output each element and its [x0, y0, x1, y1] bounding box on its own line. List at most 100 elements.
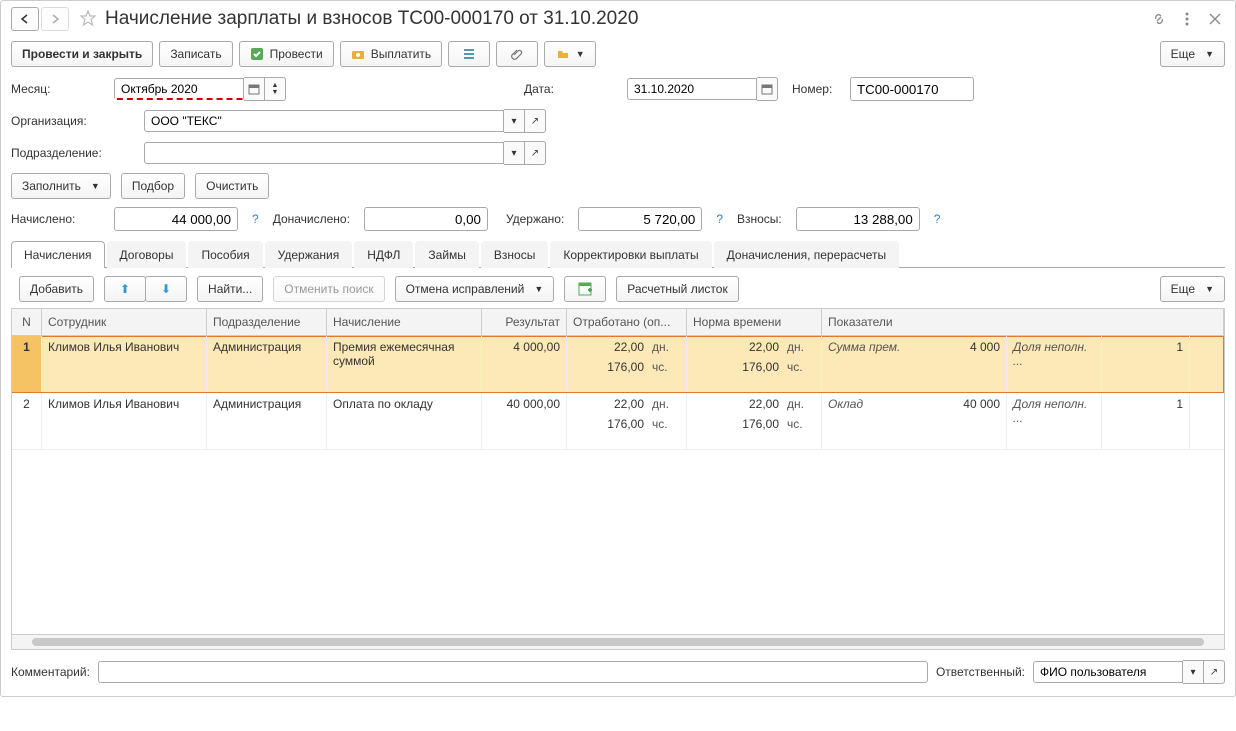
col-n[interactable]: N: [12, 309, 42, 335]
link-icon[interactable]: [1149, 9, 1169, 29]
col-employee[interactable]: Сотрудник: [42, 309, 207, 335]
accrued-help-icon[interactable]: ?: [252, 212, 259, 226]
tab-6[interactable]: Взносы: [481, 241, 548, 268]
responsible-label: Ответственный:: [936, 665, 1025, 679]
clear-button[interactable]: Очистить: [195, 173, 269, 199]
grid-header: N Сотрудник Подразделение Начисление Рез…: [12, 309, 1224, 336]
dep-label: Подразделение:: [11, 146, 136, 160]
date-label: Дата:: [524, 82, 619, 96]
save-button[interactable]: Записать: [159, 41, 232, 67]
date-input[interactable]: [627, 78, 757, 100]
chevron-down-icon[interactable]: ▾: [1183, 660, 1204, 684]
withheld-value[interactable]: [578, 207, 702, 231]
number-input[interactable]: [850, 77, 974, 101]
tab-4[interactable]: НДФЛ: [354, 241, 413, 268]
close-icon[interactable]: [1205, 9, 1225, 29]
titlebar: Начисление зарплаты и взносов ТС00-00017…: [1, 1, 1235, 35]
responsible-input[interactable]: [1033, 661, 1183, 683]
tabs: НачисленияДоговорыПособияУдержанияНДФЛЗа…: [11, 241, 1225, 268]
chevron-down-icon: ▼: [91, 181, 100, 191]
fill-button[interactable]: Заполнить ▼: [11, 173, 111, 199]
cancel-fix-label: Отмена исправлений: [406, 282, 525, 296]
accrued-label: Начислено:: [11, 212, 106, 226]
col-worked[interactable]: Отработано (оп...: [567, 309, 687, 335]
post-icon: [250, 47, 264, 61]
comment-label: Комментарий:: [11, 665, 90, 679]
withheld-label: Удержано:: [506, 212, 564, 226]
list-mode-button[interactable]: [448, 41, 490, 67]
window-title: Начисление зарплаты и взносов ТС00-00017…: [105, 8, 638, 30]
tab-7[interactable]: Корректировки выплаты: [550, 241, 711, 268]
table-row[interactable]: 2Климов Илья ИвановичАдминистрацияОплата…: [12, 393, 1224, 450]
col-department[interactable]: Подразделение: [207, 309, 327, 335]
open-icon[interactable]: ↗: [525, 141, 546, 165]
col-norm[interactable]: Норма времени: [687, 309, 822, 335]
post-and-close-button[interactable]: Провести и закрыть: [11, 41, 153, 67]
col-indicators[interactable]: Показатели: [822, 309, 1224, 335]
chevron-down-icon[interactable]: ▾: [504, 141, 525, 165]
org-input[interactable]: [144, 110, 504, 132]
comment-input[interactable]: [98, 661, 928, 683]
tab-toolbar: Добавить ⬆ ⬇ Найти... Отменить поиск Отм…: [1, 268, 1235, 308]
tab-more-button[interactable]: Еще ▼: [1160, 276, 1225, 302]
move-down-button[interactable]: ⬇: [145, 276, 187, 302]
pay-label: Выплатить: [371, 47, 432, 61]
scrollbar-thumb[interactable]: [32, 638, 1204, 646]
chevron-down-icon: ▼: [1205, 284, 1214, 294]
chevron-down-icon: ▼: [576, 49, 585, 59]
payslip-button[interactable]: Расчетный листок: [616, 276, 738, 302]
contrib-label: Взносы:: [737, 212, 782, 226]
cancel-fix-button[interactable]: Отмена исправлений ▼: [395, 276, 555, 302]
horizontal-scrollbar[interactable]: [12, 634, 1224, 649]
org-field-group: ▾ ↗: [144, 109, 546, 133]
extra-accrued-value[interactable]: [364, 207, 488, 231]
kebab-icon[interactable]: [1177, 9, 1197, 29]
columns-button[interactable]: [564, 276, 606, 302]
arrow-up-icon: ⬆: [120, 282, 130, 296]
tab-2[interactable]: Пособия: [188, 241, 262, 268]
tab-3[interactable]: Удержания: [265, 241, 353, 268]
accruals-grid: N Сотрудник Подразделение Начисление Рез…: [11, 308, 1225, 650]
open-icon[interactable]: ↗: [525, 109, 546, 133]
attachments-button[interactable]: [496, 41, 538, 67]
tab-8[interactable]: Доначисления, перерасчеты: [714, 241, 899, 268]
withheld-help-icon[interactable]: ?: [716, 212, 723, 226]
chevron-down-icon: ▼: [1205, 49, 1214, 59]
post-button[interactable]: Провести: [239, 41, 334, 67]
contrib-help-icon[interactable]: ?: [934, 212, 941, 226]
folder-dropdown-button[interactable]: ▼: [544, 41, 596, 67]
month-spinner[interactable]: ▲▼: [265, 77, 286, 101]
pay-button[interactable]: Выплатить: [340, 41, 443, 67]
month-input[interactable]: [114, 78, 244, 100]
tab-5[interactable]: Займы: [415, 241, 479, 268]
open-icon[interactable]: ↗: [1204, 660, 1225, 684]
pick-button[interactable]: Подбор: [121, 173, 185, 199]
grid-body[interactable]: 1Климов Илья ИвановичАдминистрацияПремия…: [12, 336, 1224, 634]
contrib-value[interactable]: [796, 207, 920, 231]
arrow-down-icon: ⬇: [161, 282, 171, 296]
table-row[interactable]: 1Климов Илья ИвановичАдминистрацияПремия…: [12, 336, 1224, 393]
number-label: Номер:: [792, 82, 842, 96]
post-label: Провести: [270, 47, 323, 61]
extra-accrued-label: Доначислено:: [273, 212, 350, 226]
add-row-button[interactable]: Добавить: [19, 276, 94, 302]
col-result[interactable]: Результат: [482, 309, 567, 335]
nav-back-button[interactable]: [11, 7, 39, 31]
calendar-icon[interactable]: [244, 77, 265, 101]
month-label: Месяц:: [11, 82, 106, 96]
tab-1[interactable]: Договоры: [107, 241, 187, 268]
move-up-button[interactable]: ⬆: [104, 276, 146, 302]
find-button[interactable]: Найти...: [197, 276, 263, 302]
main-toolbar: Провести и закрыть Записать Провести Вып…: [1, 35, 1235, 73]
list-icon: [462, 47, 476, 61]
dep-input[interactable]: [144, 142, 504, 164]
col-charge[interactable]: Начисление: [327, 309, 482, 335]
calendar-icon[interactable]: [757, 77, 778, 101]
month-field-group: ▲▼: [114, 77, 286, 101]
chevron-down-icon[interactable]: ▾: [504, 109, 525, 133]
accrued-value[interactable]: [114, 207, 238, 231]
tab-0[interactable]: Начисления: [11, 241, 105, 268]
date-field-group: [627, 77, 778, 101]
more-button[interactable]: Еще ▼: [1160, 41, 1225, 67]
favorite-icon[interactable]: [77, 8, 99, 30]
